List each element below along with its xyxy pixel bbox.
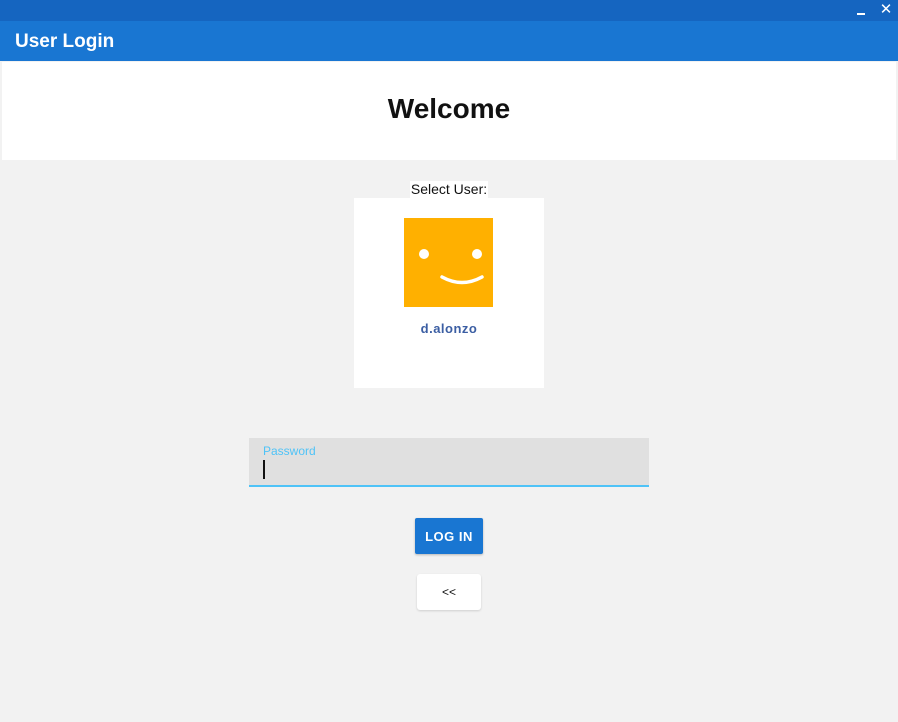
window-title-bar: ✕ <box>0 0 898 21</box>
password-label: Password <box>263 444 316 458</box>
password-field[interactable]: Password <box>249 438 649 487</box>
app-title: User Login <box>15 31 115 52</box>
select-user-label: Select User: <box>410 181 488 198</box>
minimize-icon[interactable] <box>852 1 870 19</box>
login-button[interactable]: LOG IN <box>415 518 483 554</box>
app-header: User Login <box>0 21 898 61</box>
welcome-heading: Welcome <box>387 93 511 124</box>
back-button[interactable]: << <box>417 574 481 610</box>
user-card-d-alonzo[interactable]: d.alonzo <box>354 198 544 388</box>
text-caret <box>263 460 265 479</box>
close-icon[interactable]: ✕ <box>877 1 895 19</box>
user-name: d.alonzo <box>420 321 478 336</box>
welcome-panel: Welcome <box>2 62 896 160</box>
smiley-face-icon <box>404 218 493 307</box>
